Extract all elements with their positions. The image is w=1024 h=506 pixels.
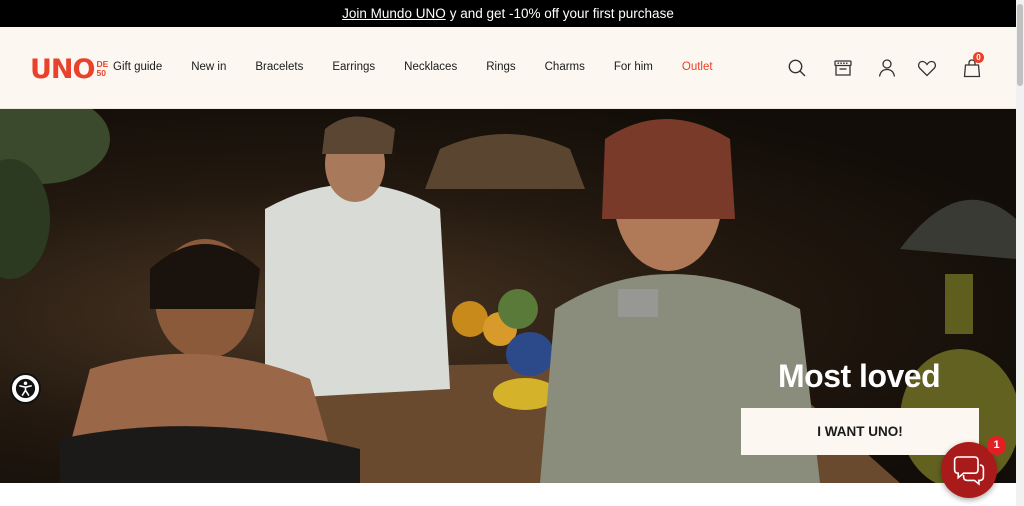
account-icon[interactable] [876,57,898,79]
nav-item-outlet[interactable]: Outlet [682,61,713,73]
scrollbar-thumb[interactable] [1017,4,1023,86]
main-nav: Gift guide New in Bracelets Earrings Nec… [113,61,713,73]
promo-bar: Join Mundo UNO y and get -10% off your f… [0,0,1016,27]
page-scrollbar[interactable] [1016,0,1024,506]
brand-logo[interactable]: UNO DE 50 [30,53,108,85]
logo-main-text: UNO [30,53,95,85]
nav-item-rings[interactable]: Rings [486,61,515,73]
nav-item-for-him[interactable]: For him [614,61,653,73]
join-mundo-uno-link[interactable]: Join Mundo UNO [342,6,446,21]
nav-item-gift-guide[interactable]: Gift guide [113,61,162,73]
wishlist-heart-icon[interactable] [916,57,938,79]
i-want-uno-button[interactable]: I WANT UNO! [741,408,979,455]
accessibility-icon [15,378,36,399]
nav-item-charms[interactable]: Charms [545,61,585,73]
logo-sub: DE 50 [96,60,108,78]
nav-item-bracelets[interactable]: Bracelets [255,61,303,73]
cart-count-badge: 0 [973,52,984,63]
chat-notification-badge: 1 [987,436,1006,455]
nav-item-necklaces[interactable]: Necklaces [404,61,457,73]
store-icon[interactable] [832,57,854,79]
header-icons: 0 [786,52,986,81]
chat-bubbles-icon [953,455,985,486]
logo-sub-bottom: 50 [96,68,106,78]
nav-item-earrings[interactable]: Earrings [332,61,375,73]
cart-bag-icon[interactable]: 0 [961,52,984,79]
search-icon[interactable] [786,57,808,79]
hero-banner: Most loved I WANT UNO! [0,109,1016,483]
promo-text: y and get -10% off your first purchase [449,6,674,21]
site-header: UNO DE 50 Gift guide New in Bracelets Ea… [0,27,1016,109]
nav-item-new-in[interactable]: New in [191,61,226,73]
accessibility-button[interactable] [10,373,41,404]
hero-headline: Most loved [778,358,941,394]
